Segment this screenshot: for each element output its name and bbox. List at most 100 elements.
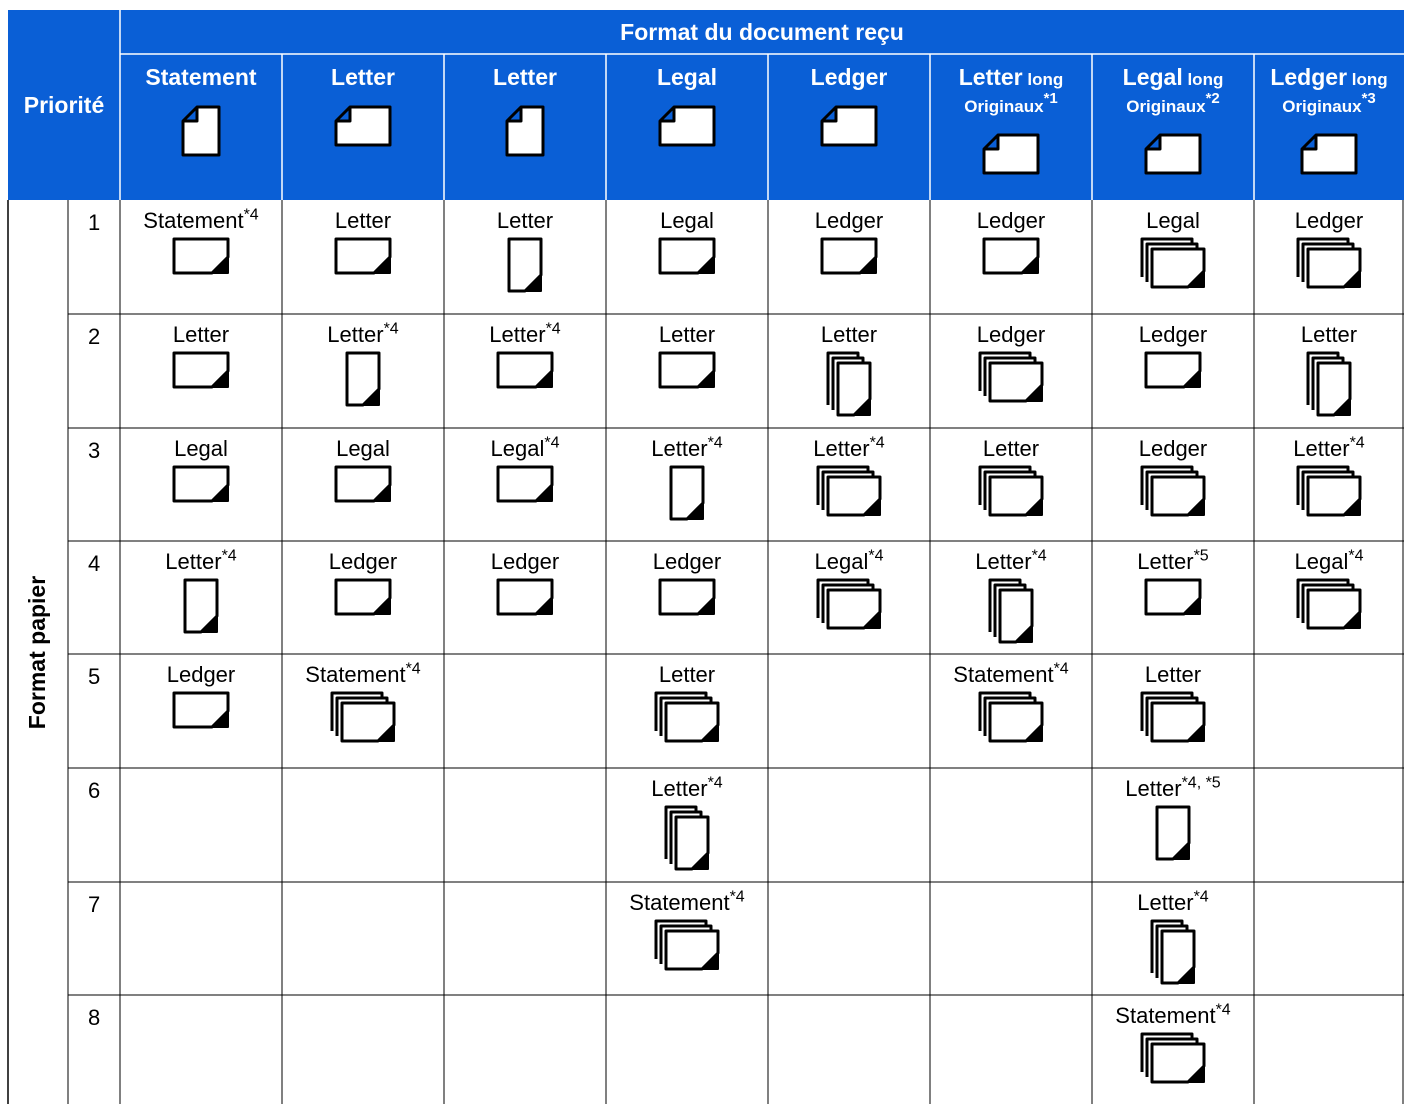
table-cell: Ledger bbox=[768, 200, 930, 314]
paper-size-label: Legal bbox=[336, 436, 390, 462]
landscape-page-icon bbox=[334, 105, 392, 147]
paper-size-name: Letter bbox=[172, 322, 230, 347]
table-cell: Letter bbox=[606, 654, 768, 768]
column-header: Legal long Originaux*2 bbox=[1092, 54, 1254, 200]
table-cell: Ledger bbox=[282, 541, 444, 654]
footnote-marker: *4 bbox=[221, 547, 237, 565]
paper-size-label: Legal*4 bbox=[491, 435, 560, 462]
paper-size-name: Ledger bbox=[166, 662, 236, 687]
paper-size-name: Legal bbox=[814, 549, 869, 574]
paper-size-label: Letter*4 bbox=[975, 548, 1046, 575]
landscape-multi-sheet-icon bbox=[816, 465, 882, 517]
landscape-multi-sheet-icon bbox=[654, 919, 720, 971]
table-cell: Statement*4 bbox=[282, 654, 444, 768]
table-cell bbox=[1254, 882, 1404, 995]
table-cell: Letter bbox=[282, 200, 444, 314]
column-name-suffix: long bbox=[1347, 70, 1388, 89]
paper-size-label: Statement*4 bbox=[629, 889, 744, 916]
paper-size-label: Letter bbox=[659, 322, 715, 348]
column-name: Ledger bbox=[810, 64, 888, 90]
paper-size-name: Ledger bbox=[490, 549, 560, 574]
paper-size-label: Letter bbox=[659, 662, 715, 688]
table-cell bbox=[120, 882, 282, 995]
landscape-page-icon bbox=[1300, 133, 1358, 175]
landscape-multi-sheet-icon bbox=[654, 691, 720, 743]
paper-size-name: Letter bbox=[813, 436, 870, 461]
table-cell bbox=[930, 768, 1092, 882]
footnote-marker: *4 bbox=[707, 434, 723, 452]
column-header: Statement bbox=[120, 54, 282, 200]
paper-size-label: Letter bbox=[1301, 322, 1357, 348]
paper-size-name: Letter bbox=[658, 322, 716, 347]
column-page-icon-wrap bbox=[444, 105, 606, 157]
column-header: Letter long Originaux*1 bbox=[930, 54, 1092, 200]
paper-size-name: Letter bbox=[496, 208, 554, 233]
portrait-sheet-icon bbox=[1155, 805, 1191, 861]
column-header: Ledger bbox=[768, 54, 930, 200]
table-cell: Letter bbox=[1254, 314, 1404, 428]
column-title: Statement bbox=[145, 64, 256, 91]
table-cell bbox=[930, 995, 1092, 1104]
table-cell: Letter bbox=[444, 200, 606, 314]
column-page-icon-wrap bbox=[930, 133, 1092, 175]
table-cell: Ledger bbox=[930, 200, 1092, 314]
paper-size-label: Statement*4 bbox=[143, 207, 258, 234]
landscape-sheet-icon bbox=[658, 578, 716, 616]
paper-size-label: Letter bbox=[821, 322, 877, 348]
landscape-sheet-icon bbox=[658, 237, 716, 275]
paper-size-label: Ledger bbox=[491, 549, 560, 575]
table-cell bbox=[444, 882, 606, 995]
footnote-marker: *4 bbox=[1053, 660, 1069, 678]
paper-size-name: Ledger bbox=[1138, 436, 1208, 461]
portrait-sheet-icon bbox=[507, 237, 543, 293]
column-page-icon-wrap bbox=[768, 105, 930, 147]
landscape-sheet-icon bbox=[172, 237, 230, 275]
paper-size-name: Letter bbox=[1144, 662, 1202, 687]
table-cell: Letter*4 bbox=[1092, 882, 1254, 995]
footnote-marker: *4 bbox=[1349, 434, 1365, 452]
footnote-marker: *4 bbox=[405, 660, 421, 678]
paper-size-name: Legal bbox=[336, 436, 390, 461]
footnote-marker: *2 bbox=[1205, 90, 1220, 108]
portrait-page-icon bbox=[505, 105, 545, 157]
priority-number: 5 bbox=[88, 664, 101, 689]
table-cell: Letter*4 bbox=[444, 314, 606, 428]
table-cell bbox=[768, 768, 930, 882]
table-cell bbox=[120, 995, 282, 1104]
paper-size-name: Legal bbox=[1146, 208, 1200, 233]
paper-size-label: Statement*4 bbox=[1115, 1002, 1230, 1029]
portrait-page-icon bbox=[181, 105, 221, 157]
column-page-icon-wrap bbox=[1092, 133, 1254, 175]
priority-number: 2 bbox=[88, 324, 101, 349]
landscape-sheet-icon bbox=[334, 237, 392, 275]
column-page-icon-wrap bbox=[1254, 133, 1404, 175]
portrait-multi-sheet-icon bbox=[1150, 919, 1196, 985]
table-cell: Statement*4 bbox=[120, 200, 282, 314]
table-cell: Ledger bbox=[120, 654, 282, 768]
portrait-sheet-icon bbox=[669, 465, 705, 521]
column-title: Letter bbox=[331, 64, 395, 91]
landscape-sheet-icon bbox=[334, 465, 392, 503]
paper-size-name: Statement bbox=[629, 890, 730, 915]
paper-size-name: Ledger bbox=[976, 322, 1046, 347]
table-cell bbox=[930, 882, 1092, 995]
table-cell: Statement*4 bbox=[606, 882, 768, 995]
paper-size-label: Letter bbox=[497, 208, 553, 234]
paper-size-name: Ledger bbox=[814, 208, 884, 233]
paper-size-name: Legal bbox=[174, 436, 228, 461]
table-cell: Ledger bbox=[1254, 200, 1404, 314]
table-cell: Legal bbox=[120, 428, 282, 541]
paper-size-name: Letter bbox=[1137, 549, 1194, 574]
landscape-page-icon bbox=[820, 105, 878, 147]
paper-size-label: Legal bbox=[1146, 208, 1200, 234]
footnote-marker: *4 bbox=[868, 547, 884, 565]
paper-size-label: Ledger bbox=[329, 549, 398, 575]
landscape-multi-sheet-icon bbox=[816, 578, 882, 630]
paper-size-label: Letter bbox=[173, 322, 229, 348]
footnote-marker: *4 bbox=[1348, 547, 1364, 565]
portrait-multi-sheet-icon bbox=[664, 805, 710, 871]
table-cell bbox=[444, 654, 606, 768]
table-cell bbox=[120, 768, 282, 882]
table-cell: Legal bbox=[1092, 200, 1254, 314]
footnote-marker: *4 bbox=[1193, 888, 1209, 906]
